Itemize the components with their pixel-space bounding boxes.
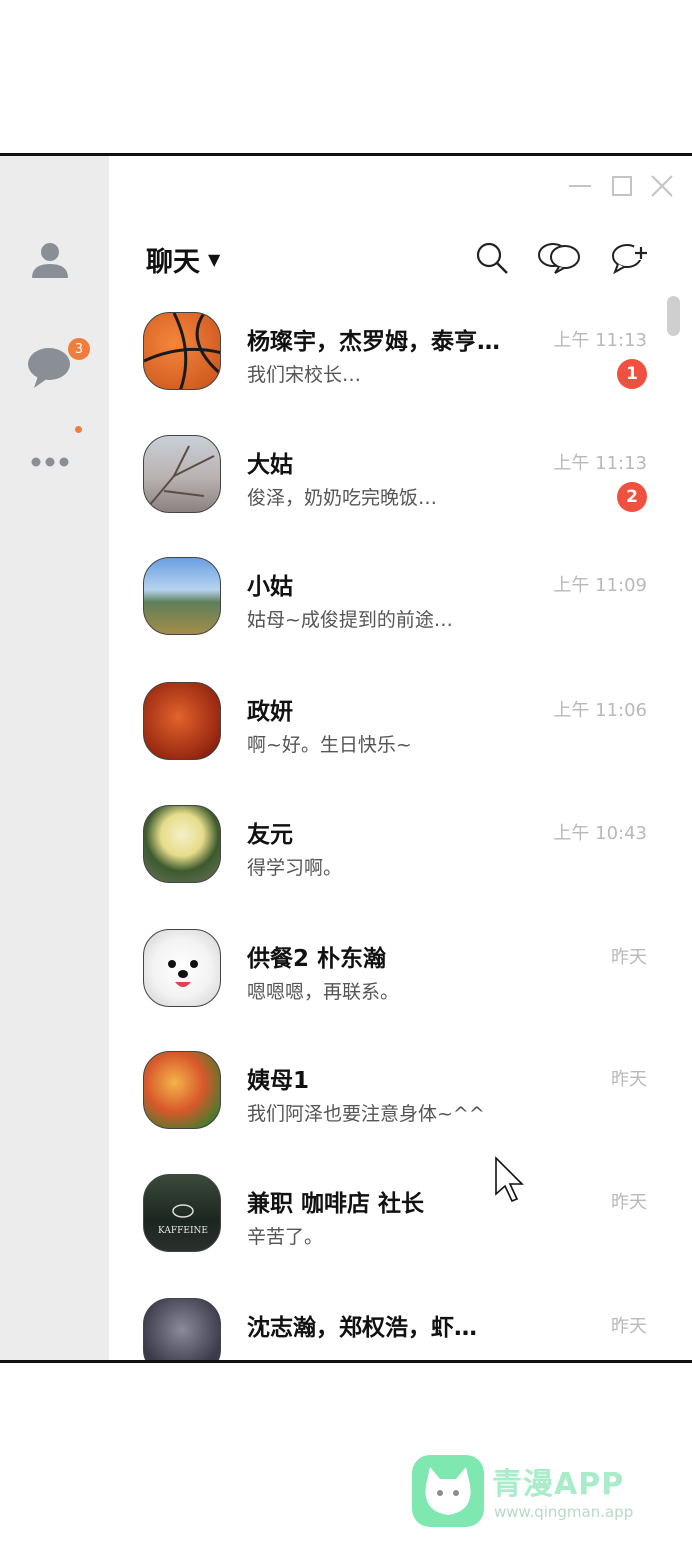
chat-name: 大姑 [247,452,293,478]
cherry-blossom-image [148,445,215,507]
chat-row[interactable]: 友元 得学习啊。 上午 10:43 [109,789,692,909]
sidebar-item-friends[interactable] [24,234,76,286]
chat-time: 昨天 [611,947,647,968]
chat-row[interactable]: 沈志瀚，郑权浩，虾… 昨天 [109,1282,692,1360]
watermark: 青漫APP www.qingman.app [412,1455,672,1533]
svg-text:KAFFEINE: KAFFEINE [158,1226,208,1236]
chat-time: 上午 11:06 [553,700,647,721]
unread-badge: 2 [617,482,647,512]
minimize-button[interactable] [566,172,594,200]
close-icon [651,175,673,197]
chat-row[interactable]: 杨璨宇，杰罗姆，泰亨… 我们宋校长… 上午 11:13 1 [109,296,692,416]
chat-name: 沈志瀚，郑权浩，虾… [247,1315,477,1341]
page-title: 聊天 [146,247,200,278]
chat-name: 供餐2 朴东瀚 [247,946,387,972]
chat-time: 昨天 [611,1069,647,1090]
open-chat-icon [538,243,580,274]
avatar [143,312,221,390]
avatar [143,1298,221,1360]
chat-row[interactable]: 政妍 啊~好。生日快乐~ 上午 11:06 [109,666,692,786]
chat-row[interactable]: 供餐2 朴东瀚 嗯嗯嗯，再联系。 昨天 [109,913,692,1033]
sidebar: 3 [0,156,109,1360]
avatar [143,682,221,760]
avatar [143,929,221,1007]
search-icon [476,242,508,274]
chat-time: 昨天 [611,1316,647,1337]
open-chat-button[interactable] [537,240,580,276]
chat-name: 友元 [247,822,293,848]
chat-name: 政妍 [247,699,293,725]
chat-preview: 得学习啊。 [247,857,343,879]
watermark-url: www.qingman.app [494,1503,634,1521]
chat-time: 上午 11:13 [553,330,647,351]
cat-logo-icon [412,1455,484,1527]
maximize-icon [612,176,632,196]
watermark-title: 青漫APP [492,1467,625,1502]
avatar [143,557,221,635]
unread-badge: 1 [617,359,647,389]
chat-row[interactable]: 小姑 姑母~成俊提到的前途… 上午 11:09 [109,541,692,661]
page: 3 聊天 ▼ 杨璨宇，杰罗姆，泰亨… 我们宋校长… 上午 11:13 1 大姑 … [0,0,692,1559]
minimize-icon [569,185,591,187]
scrollbar[interactable] [667,296,680,336]
more-notification-dot [75,426,82,433]
chat-name: 兼职 咖啡店 社长 [247,1191,425,1217]
avatar [143,435,221,513]
cafe-sign-image: KAFFEINE [158,1204,208,1236]
chat-row[interactable]: 大姑 俊泽，奶奶吃完晚饭… 上午 11:13 2 [109,419,692,539]
chat-row[interactable]: KAFFEINE 兼职 咖啡店 社长 辛苦了。 昨天 [109,1158,692,1278]
chat-time: 上午 11:13 [553,453,647,474]
more-icon [31,457,69,467]
chat-preview: 嗯嗯嗯，再联系。 [247,981,400,1003]
chat-name: 小姑 [247,574,293,600]
chat-name: 姨母1 [247,1068,310,1094]
chat-time: 上午 10:43 [553,823,647,844]
chat-window: 3 聊天 ▼ 杨璨宇，杰罗姆，泰亨… 我们宋校长… 上午 11:13 1 大姑 … [0,153,692,1363]
chat-preview: 我们宋校长… [247,364,362,386]
chat-row[interactable]: 姨母1 我们阿泽也要注意身体~^^ 昨天 [109,1035,692,1155]
person-icon [32,243,68,278]
chat-name: 杨璨宇，杰罗姆，泰亨… [247,329,500,355]
sidebar-item-chats[interactable]: 3 [24,336,92,392]
puppy-image [168,960,198,987]
avatar [143,1051,221,1129]
close-button[interactable] [648,172,676,200]
maximize-button[interactable] [608,172,636,200]
caret-down-icon: ▼ [208,250,221,269]
chat-time: 上午 11:09 [553,575,647,596]
search-button[interactable] [473,240,513,276]
chat-list: 杨璨宇，杰罗姆，泰亨… 我们宋校长… 上午 11:13 1 大姑 俊泽，奶奶吃完… [109,296,692,1360]
chat-dropdown[interactable]: 聊天 ▼ [146,240,220,279]
avatar: KAFFEINE [143,1174,221,1252]
avatar [143,805,221,883]
chat-preview: 俊泽，奶奶吃完晚饭… [247,487,438,509]
chat-preview: 姑母~成俊提到的前途… [247,609,453,631]
basketball-image [144,313,220,389]
chat-time: 昨天 [611,1192,647,1213]
mouse-cursor-icon [495,1156,524,1203]
chat-preview: 辛苦了。 [247,1226,324,1248]
chat-preview: 啊~好。生日快乐~ [247,734,412,756]
chat-preview: 我们阿泽也要注意身体~^^ [247,1103,485,1125]
sidebar-item-more[interactable] [24,426,82,488]
chats-badge: 3 [66,336,92,362]
new-chat-button[interactable] [610,240,650,276]
new-chat-icon [612,244,648,275]
